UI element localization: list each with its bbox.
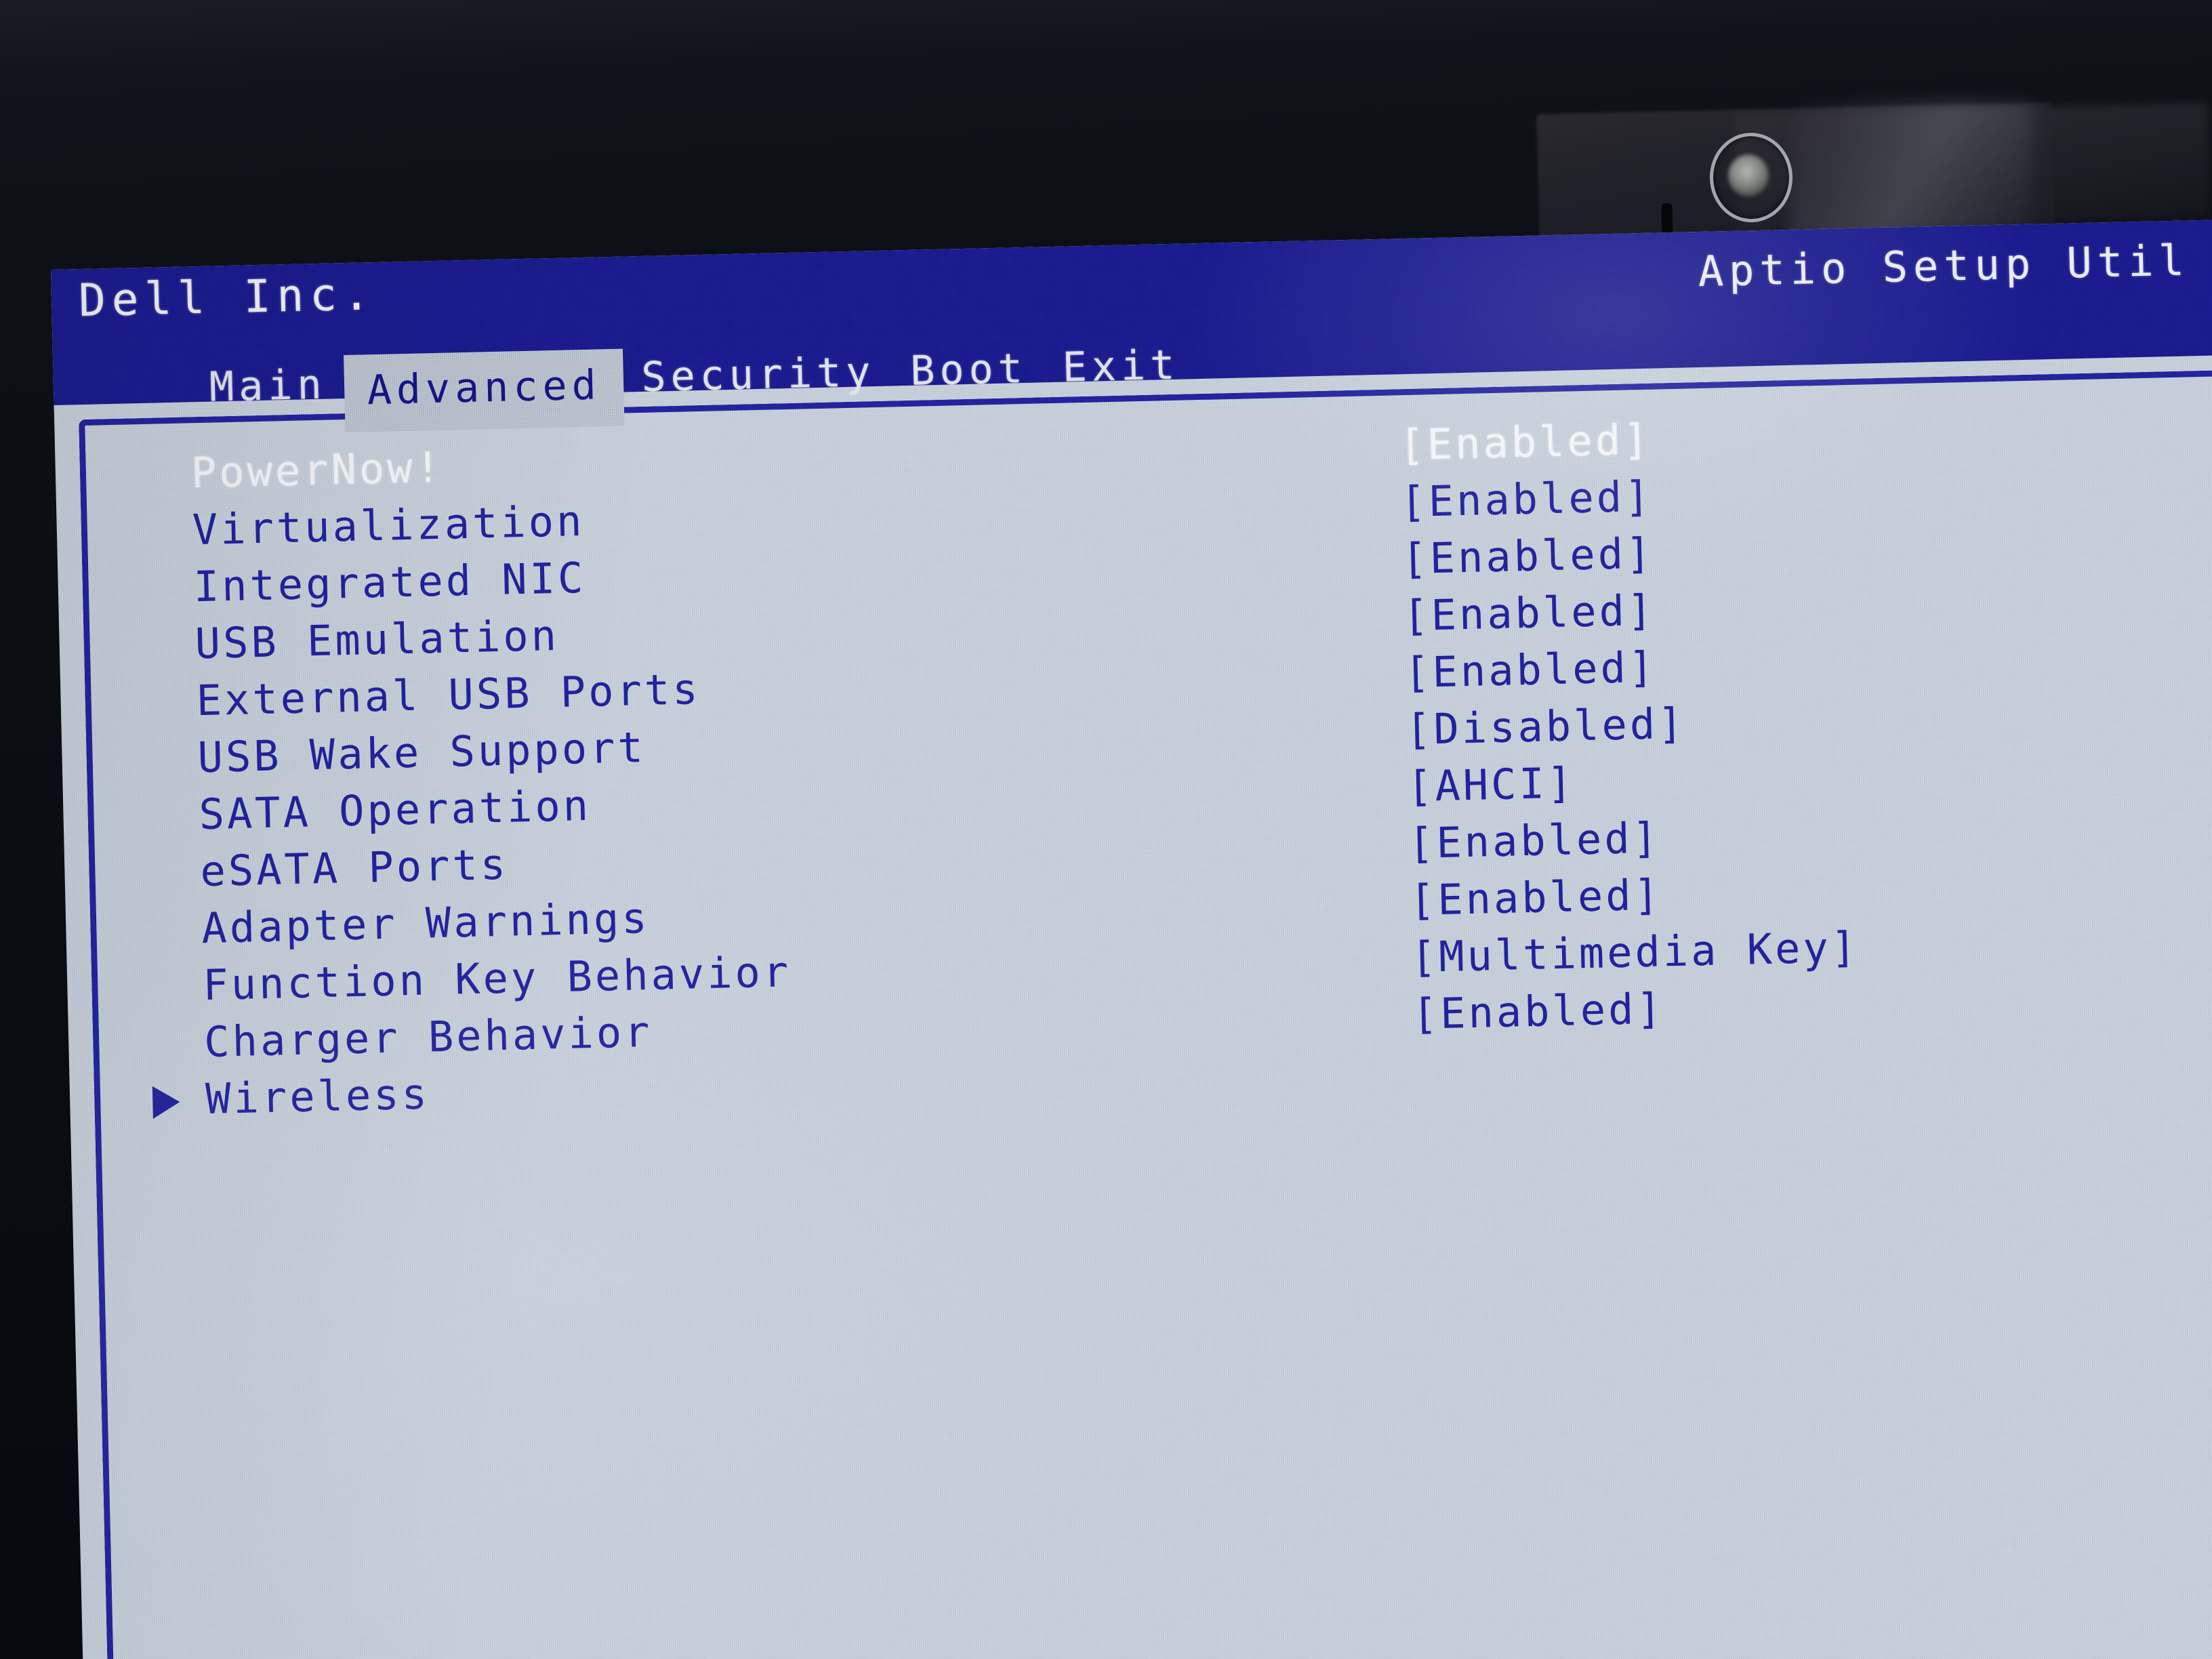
vendor-name: Dell Inc.	[78, 267, 377, 327]
setting-value[interactable]: [Disabled]	[1405, 699, 1686, 755]
setting-value[interactable]: [Enabled]	[1412, 983, 1665, 1039]
setting-value[interactable]: [Enabled]	[1409, 870, 1662, 926]
setting-value[interactable]: [Enabled]	[1401, 529, 1655, 584]
setting-value[interactable]: [Enabled]	[1408, 813, 1661, 869]
laptop-photo: Dell Inc. Aptio Setup Util Main Advanced…	[0, 0, 2212, 1659]
tab-security[interactable]: Security	[623, 338, 893, 408]
setting-value[interactable]: [Enabled]	[1402, 586, 1656, 641]
tab-advanced[interactable]: Advanced	[343, 348, 626, 433]
webcam-lens-icon	[1728, 155, 1769, 197]
setup-utility-title: Aptio Setup Util	[1697, 235, 2190, 296]
bios-screen: Dell Inc. Aptio Setup Util Main Advanced…	[51, 216, 2212, 1659]
setting-value[interactable]: [Multimedia Key]	[1410, 922, 1860, 982]
setting-value[interactable]: [Enabled]	[1399, 415, 1652, 470]
tab-main[interactable]: Main	[53, 351, 345, 422]
setting-value[interactable]: [AHCI]	[1406, 758, 1576, 811]
setting-value[interactable]: [Enabled]	[1400, 472, 1654, 527]
bezel-sheen	[0, 0, 2212, 75]
submenu-arrow-icon	[152, 1085, 180, 1119]
setting-value[interactable]: [Enabled]	[1404, 642, 1657, 698]
tab-exit[interactable]: Exit	[1044, 331, 1198, 398]
settings-list: PowerNow! [Enabled] Virtualization [Enab…	[152, 401, 2212, 1131]
tab-boot[interactable]: Boot	[892, 335, 1046, 402]
